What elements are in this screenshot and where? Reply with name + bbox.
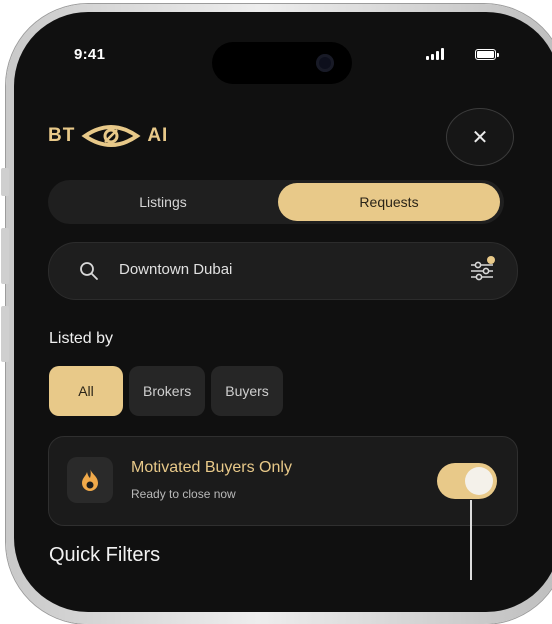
- search-input[interactable]: Downtown Dubai: [119, 261, 232, 278]
- tab-requests[interactable]: Requests: [278, 183, 500, 221]
- eye-logo-icon: [81, 125, 141, 147]
- listed-by-label: Listed by: [49, 330, 114, 347]
- search-bar[interactable]: Downtown Dubai: [48, 242, 518, 300]
- motivated-buyers-card: Motivated Buyers Only Ready to close now: [48, 436, 518, 526]
- motivated-buyers-toggle[interactable]: [437, 463, 497, 499]
- chip-buyers[interactable]: Buyers: [211, 366, 283, 416]
- listed-by-chips: All Brokers Buyers: [49, 366, 283, 416]
- dynamic-island: [212, 42, 352, 84]
- status-bar: 9:41: [14, 12, 552, 84]
- motivated-buyers-title: Motivated Buyers Only: [131, 459, 292, 476]
- phone-volume-up-button: [1, 228, 9, 284]
- callout-line: [470, 500, 472, 580]
- close-button[interactable]: ✕: [446, 108, 514, 166]
- status-time: 9:41: [74, 46, 106, 63]
- filter-sliders-icon[interactable]: [467, 255, 497, 285]
- toggle-knob: [465, 467, 493, 495]
- battery-icon: [475, 49, 499, 60]
- app-logo: BT AI: [48, 122, 168, 150]
- front-camera: [316, 54, 334, 72]
- motivated-buyers-subtitle: Ready to close now: [131, 487, 236, 501]
- close-icon: ✕: [471, 126, 489, 149]
- quick-filters-heading: Quick Filters: [49, 544, 161, 566]
- chip-all[interactable]: All: [49, 366, 123, 416]
- phone-volume-down-button: [1, 306, 9, 362]
- phone-side-button: [1, 168, 9, 196]
- logo-text-left: BT: [48, 125, 76, 146]
- search-icon: [80, 262, 98, 280]
- tab-listings[interactable]: Listings: [52, 183, 274, 221]
- logo-text-right: AI: [147, 125, 169, 146]
- fire-icon: [82, 468, 98, 491]
- chip-brokers[interactable]: Brokers: [129, 366, 206, 416]
- signal-icon: [426, 48, 444, 60]
- listing-type-tabs: Listings Requests: [48, 180, 504, 224]
- fire-icon-box: [67, 457, 113, 503]
